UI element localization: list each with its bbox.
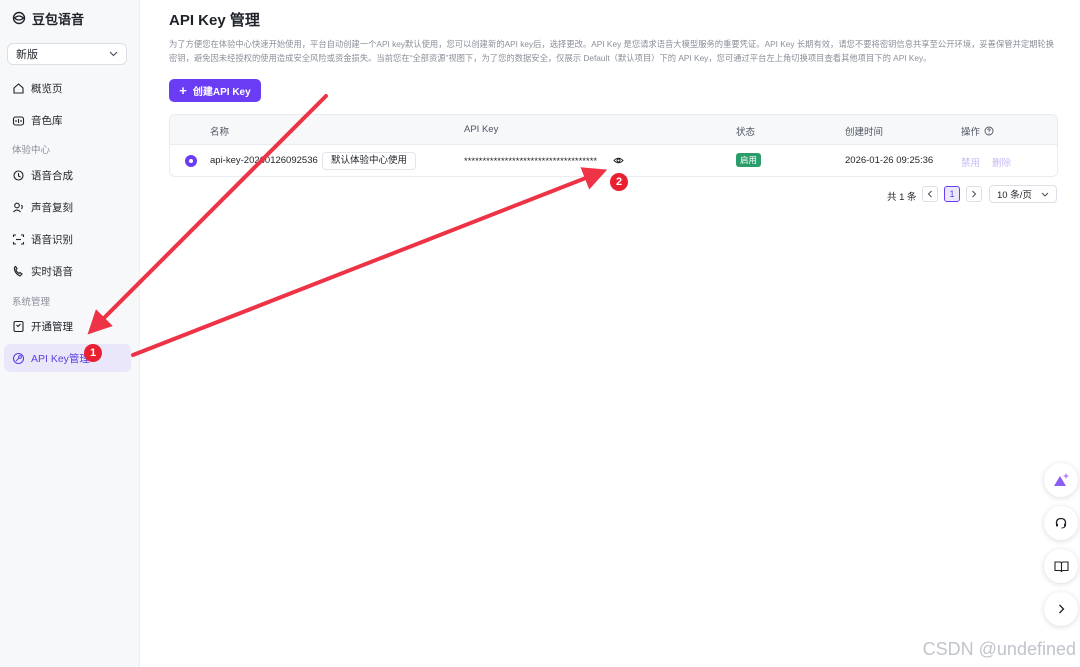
arrow-to-eye-icon	[131, 167, 608, 357]
watermark: CSDN @undefined	[922, 639, 1076, 659]
annotation-arrows	[87, 94, 608, 357]
annotation-badge-2: 2	[610, 173, 628, 191]
annotation-badge-1: 1	[84, 344, 102, 362]
